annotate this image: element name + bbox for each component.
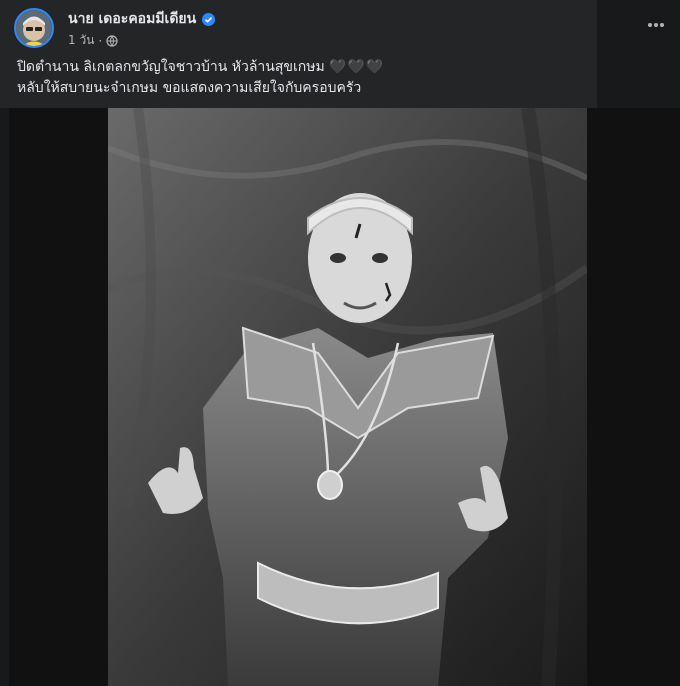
author-name[interactable]: นาย เดอะคอมมีเดียน — [68, 8, 196, 30]
globe-icon[interactable] — [106, 34, 118, 47]
author-avatar[interactable] — [14, 8, 54, 48]
post-caption: ปิดตำนาน ลิเกตลกขวัญใจชาวบ้าน หัวล้านสุข… — [17, 57, 384, 99]
post-photo[interactable] — [9, 108, 680, 686]
caption-text-2: หลับให้สบายนะจ๋าเกษม ขอแสดงความเสียใจกับ… — [17, 80, 362, 96]
portrait-image — [108, 108, 587, 686]
meta-separator: · — [98, 33, 103, 48]
post-header: นาย เดอะคอมมีเดียน 1 วัน · — [0, 0, 670, 60]
post-meta: 1 วัน · — [68, 31, 118, 50]
black-hearts-emoji: 🖤🖤🖤 — [328, 59, 384, 75]
post-timestamp[interactable]: 1 วัน — [68, 31, 94, 50]
avatar-image — [16, 10, 52, 46]
caption-text-1: ปิดตำนาน ลิเกตลกขวัญใจชาวบ้าน หัวล้านสุข… — [17, 59, 325, 75]
verified-badge-icon — [202, 12, 216, 26]
more-options-icon[interactable] — [644, 15, 668, 35]
author-row: นาย เดอะคอมมีเดียน — [68, 8, 216, 30]
caption-line-1: ปิดตำนาน ลิเกตลกขวัญใจชาวบ้าน หัวล้านสุข… — [17, 57, 384, 78]
